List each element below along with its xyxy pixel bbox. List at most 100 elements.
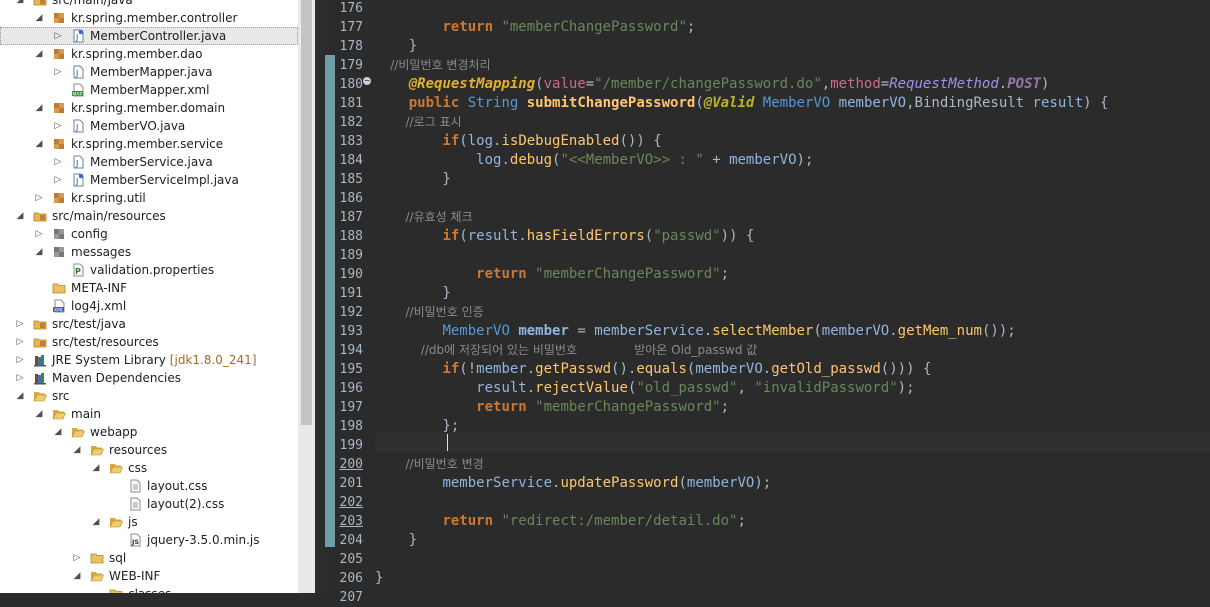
tree-item-label: kr.spring.member.controller: [71, 11, 238, 25]
tree-item[interactable]: ◢ kr.spring.member.domain: [0, 99, 298, 117]
tree-item-label: MemberServiceImpl.java: [90, 173, 239, 187]
code-line[interactable]: if(!member.getPasswd().equals(memberVO.g…: [375, 360, 931, 379]
tree-item[interactable]: ◢ kr.spring.member.controller: [0, 9, 298, 27]
code-line[interactable]: //비밀번호 변경: [375, 455, 484, 474]
expanded-arrow-icon[interactable]: ◢: [52, 423, 64, 441]
code-line[interactable]: @RequestMapping(value="/member/changePas…: [375, 75, 1050, 94]
collapsed-arrow-icon[interactable]: ▷: [14, 315, 26, 333]
code-line[interactable]: public String submitChangePassword(@Vali…: [375, 94, 1109, 113]
tree-item[interactable]: ◢ js: [0, 513, 298, 531]
code-line[interactable]: return "memberChangePassword";: [375, 18, 695, 37]
expanded-arrow-icon[interactable]: ◢: [14, 207, 26, 225]
collapsed-arrow-icon[interactable]: ▷: [71, 549, 83, 567]
tree-item[interactable]: ▷ src/test/resources: [0, 333, 298, 351]
tree-item[interactable]: ◢ main: [0, 405, 298, 423]
expanded-arrow-icon[interactable]: ◢: [33, 135, 45, 153]
tree-item[interactable]: ▷ J MemberService.java: [0, 153, 298, 171]
collapsed-arrow-icon[interactable]: ▷: [14, 369, 26, 387]
tree-item-label: src/test/resources: [52, 335, 159, 349]
tree-item[interactable]: ▷ config: [0, 225, 298, 243]
code-line[interactable]: return "memberChangePassword";: [375, 265, 729, 284]
expanded-arrow-icon[interactable]: ◢: [33, 45, 45, 63]
code-token: RequestMethod: [889, 76, 999, 92]
tree-item[interactable]: META-INF: [0, 279, 298, 297]
tree-item[interactable]: ▷ src/test/java: [0, 315, 298, 333]
code-line[interactable]: //유효성 체크: [375, 208, 473, 227]
collapsed-arrow-icon[interactable]: ▷: [52, 27, 64, 45]
expanded-arrow-icon[interactable]: ◢: [90, 513, 102, 531]
code-line[interactable]: }: [375, 170, 451, 189]
code-line[interactable]: MemberVO member = memberService.selectMe…: [375, 322, 1015, 341]
code-line[interactable]: result.rejectValue("old_passwd", "invali…: [375, 379, 914, 398]
expanded-arrow-icon[interactable]: ◢: [90, 459, 102, 477]
tree-item[interactable]: ▷ JRE System Library [jdk1.8.0_241]: [0, 351, 298, 369]
code-line[interactable]: }: [375, 37, 417, 56]
expanded-arrow-icon[interactable]: ◢: [14, 0, 26, 9]
expanded-arrow-icon[interactable]: ◢: [71, 567, 83, 585]
expanded-arrow-icon[interactable]: ◢: [14, 387, 26, 405]
tree-item[interactable]: Pvalidation.properties: [0, 261, 298, 279]
code-line[interactable]: if(result.hasFieldErrors("passwd")) {: [375, 227, 754, 246]
expanded-arrow-icon[interactable]: ◢: [33, 9, 45, 27]
code-line[interactable]: return "redirect:/member/detail.do";: [375, 512, 745, 531]
tree-item[interactable]: ▷ sql: [0, 549, 298, 567]
collapsed-arrow-icon[interactable]: ▷: [52, 63, 64, 81]
tree-item[interactable]: ◢ webapp: [0, 423, 298, 441]
tree-item[interactable]: ▷ Maven Dependencies: [0, 369, 298, 387]
code-line[interactable]: //비밀번호 변경처리: [375, 56, 490, 75]
tree-item[interactable]: JS jquery-3.5.0.min.js: [0, 531, 298, 549]
tree-item[interactable]: ◢ messages: [0, 243, 298, 261]
code-token: method: [830, 76, 881, 92]
collapsed-arrow-icon[interactable]: ▷: [33, 189, 45, 207]
tree-item[interactable]: classes: [0, 585, 298, 593]
collapsed-arrow-icon[interactable]: ▷: [52, 117, 64, 135]
expanded-arrow-icon[interactable]: ◢: [33, 405, 45, 423]
code-line[interactable]: //비밀번호 인증: [375, 303, 484, 322]
tree-item[interactable]: layout(2).css: [0, 495, 298, 513]
tree-item[interactable]: ◢ src/main/resources: [0, 207, 298, 225]
code-token: MemberVO: [442, 323, 510, 339]
tree-item[interactable]: ◢ resources: [0, 441, 298, 459]
code-token: }: [375, 171, 451, 187]
package-explorer-scrollbar[interactable]: [298, 0, 315, 593]
expanded-arrow-icon[interactable]: ◢: [33, 99, 45, 117]
tree-item[interactable]: ◢ kr.spring.member.dao: [0, 45, 298, 63]
tree-item[interactable]: ▷ kr.spring.util: [0, 189, 298, 207]
code-line[interactable]: //db에 저장되어 있는 비밀번호 받아온 Old_passwd 값: [375, 341, 758, 360]
code-line[interactable]: if(log.isDebugEnabled()) {: [375, 132, 661, 151]
code-line[interactable]: log.debug("<<MemberVO>> : " + memberVO);: [375, 151, 813, 170]
collapsed-arrow-icon[interactable]: ▷: [52, 153, 64, 171]
package-icon: [52, 191, 66, 205]
fold-collapse-icon[interactable]: −: [363, 77, 371, 85]
code-editor[interactable]: 176 177 178 179 180 181 182 183 184 185 186 187 188 1…: [315, 0, 1210, 605]
collapsed-arrow-icon[interactable]: ▷: [14, 333, 26, 351]
tree-item[interactable]: ◢ css: [0, 459, 298, 477]
collapsed-arrow-icon[interactable]: ▷: [14, 351, 26, 369]
expanded-arrow-icon[interactable]: ◢: [71, 441, 83, 459]
tree-item[interactable]: ▷ J MemberServiceImpl.java: [0, 171, 298, 189]
tree-item-label: resources: [109, 443, 168, 457]
tree-item[interactable]: ◢ WEB-INF: [0, 567, 298, 585]
expanded-arrow-icon[interactable]: ◢: [33, 243, 45, 261]
tree-item[interactable]: XML log4j.xml: [0, 297, 298, 315]
tree-item[interactable]: ▷ J MemberVO.java: [0, 117, 298, 135]
collapsed-arrow-icon[interactable]: ▷: [52, 171, 64, 189]
tree-item[interactable]: ▷ J MemberController.java: [0, 27, 298, 45]
code-line[interactable]: }: [375, 569, 383, 588]
tree-item[interactable]: ▷ J MemberMapper.java: [0, 63, 298, 81]
collapsed-arrow-icon[interactable]: ▷: [33, 225, 45, 243]
code-token: POST: [1007, 76, 1041, 92]
scrollbar-thumb[interactable]: [301, 0, 312, 425]
tree-item[interactable]: ◢ kr.spring.member.service: [0, 135, 298, 153]
code-line[interactable]: //로그 표시: [375, 113, 462, 132]
code-line[interactable]: }: [375, 284, 450, 303]
tree-item[interactable]: ◢ src: [0, 387, 298, 405]
code-token: getMem_num: [897, 323, 982, 339]
code-line[interactable]: memberService.updatePassword(memberVO);: [375, 474, 771, 493]
tree-item[interactable]: ◢ src/main/java: [0, 0, 298, 9]
code-line[interactable]: }: [375, 531, 417, 550]
tree-item[interactable]: MAP MemberMapper.xml: [0, 81, 298, 99]
code-line[interactable]: return "memberChangePassword";: [375, 398, 729, 417]
tree-item[interactable]: layout.css: [0, 477, 298, 495]
code-token: ;: [720, 399, 730, 415]
